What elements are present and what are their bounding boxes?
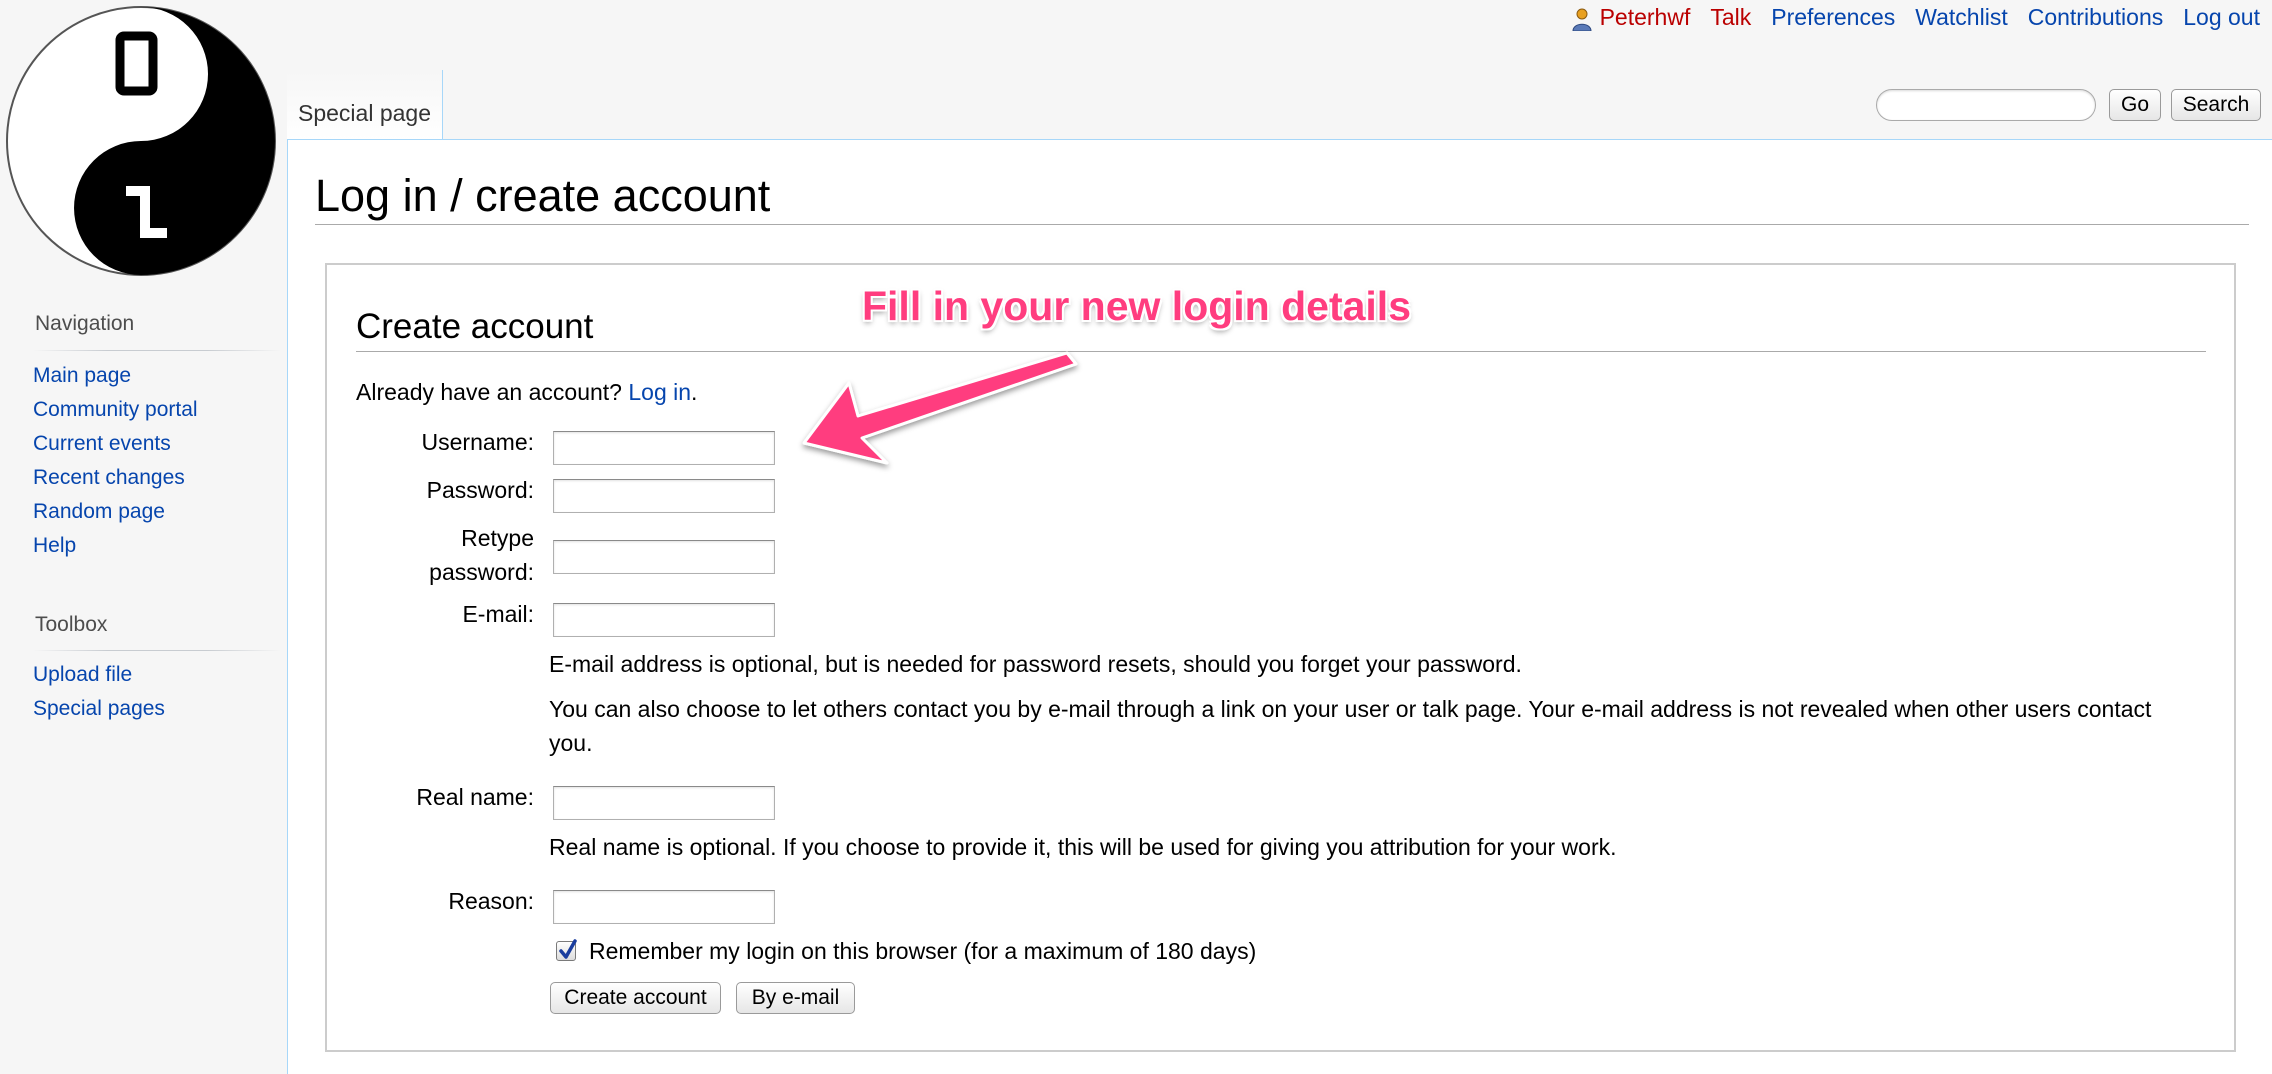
already-account-text: Already have an account? Log in.: [356, 375, 697, 409]
real-name-help-text: Real name is optional. If you choose to …: [549, 834, 1617, 860]
retype-password-label-line1: Retype: [461, 525, 534, 551]
email-contact-help-text-line2: you.: [549, 730, 593, 756]
password-input[interactable]: [553, 479, 775, 513]
email-input[interactable]: [553, 603, 775, 637]
search-button[interactable]: Search: [2171, 89, 2261, 121]
user-talk-link[interactable]: Talk: [1710, 4, 1751, 31]
content-area: Log in / create account Create account A…: [287, 139, 2272, 1074]
sidebar-item-main-page[interactable]: Main page: [33, 364, 131, 388]
login-period: .: [691, 379, 698, 405]
logout-link[interactable]: Log out: [2183, 4, 2260, 31]
email-contact-help-text-line1: You can also choose to let others contac…: [549, 696, 2152, 722]
sidebar-item-special-pages[interactable]: Special pages: [33, 697, 165, 721]
page-title: Log in / create account: [315, 170, 771, 221]
remember-me-checkbox[interactable]: [556, 939, 577, 961]
tab-special-page[interactable]: Special page: [287, 70, 443, 140]
real-name-label: Real name:: [416, 784, 534, 810]
reason-input[interactable]: [553, 890, 775, 924]
password-label: Password:: [426, 477, 534, 503]
user-icon: [1572, 8, 1592, 31]
already-account-label: Already have an account?: [356, 379, 622, 405]
user-page-link[interactable]: Peterhwf: [1600, 4, 1691, 31]
reason-label: Reason:: [448, 888, 534, 914]
site-logo[interactable]: [5, 5, 277, 277]
checkmark-icon: [559, 939, 577, 959]
real-name-input[interactable]: [553, 786, 775, 820]
login-link[interactable]: Log in: [628, 379, 691, 405]
retype-password-label-line2: password:: [429, 559, 534, 585]
sidebar-item-random-page[interactable]: Random page: [33, 500, 165, 524]
contributions-link[interactable]: Contributions: [2028, 4, 2164, 31]
sidebar-item-upload-file[interactable]: Upload file: [33, 663, 132, 687]
username-label: Username:: [421, 429, 534, 455]
sidebar-item-recent-changes[interactable]: Recent changes: [33, 466, 185, 490]
email-label: E-mail:: [462, 601, 534, 627]
sidebar-item-community-portal[interactable]: Community portal: [33, 398, 198, 422]
navigation-divider: [33, 350, 281, 351]
toolbox-divider: [33, 650, 281, 651]
title-divider: [315, 224, 2249, 225]
go-button[interactable]: Go: [2109, 89, 2161, 121]
sidebar-item-help[interactable]: Help: [33, 534, 76, 558]
search-input[interactable]: [1876, 89, 2096, 121]
sidebar-item-current-events[interactable]: Current events: [33, 432, 171, 456]
personal-tools: Peterhwf Talk Preferences Watchlist Cont…: [1572, 4, 2260, 31]
preferences-link[interactable]: Preferences: [1771, 4, 1895, 31]
annotation-arrow-icon: [802, 351, 1078, 465]
toolbox-heading: Toolbox: [35, 613, 108, 636]
create-account-form: Create account Already have an account? …: [325, 263, 2236, 1052]
tab-special-page-label: Special page: [298, 100, 431, 126]
create-account-button[interactable]: Create account: [550, 982, 721, 1014]
watchlist-link[interactable]: Watchlist: [1915, 4, 2007, 31]
navigation-heading: Navigation: [35, 312, 135, 335]
retype-password-input[interactable]: [553, 540, 775, 574]
form-heading-divider: [356, 351, 2206, 352]
form-heading: Create account: [356, 307, 594, 346]
by-email-button[interactable]: By e-mail: [736, 982, 855, 1014]
annotation-callout-text: Fill in your new login details: [862, 283, 1411, 329]
username-input[interactable]: [553, 431, 775, 465]
email-help-text: E-mail address is optional, but is neede…: [549, 651, 1522, 677]
remember-me-label: Remember my login on this browser (for a…: [589, 938, 1257, 964]
